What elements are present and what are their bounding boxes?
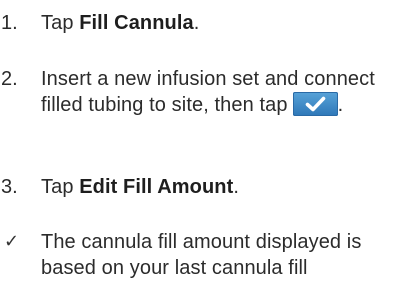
step-prefix: Tap: [41, 12, 80, 34]
step-text: Tap Edit Fill Amount.: [41, 174, 411, 200]
note-text: The cannula fill amount displayed is bas…: [41, 231, 362, 279]
step-number: 3.: [1, 176, 18, 198]
step-number: 2.: [1, 68, 18, 90]
step-suffix: .: [337, 94, 344, 116]
note: ✓ The cannula fill amount displayed is b…: [0, 229, 415, 281]
step-suffix: .: [233, 176, 240, 198]
step-suffix: .: [193, 12, 200, 34]
step-number: 1.: [1, 12, 18, 34]
checkmark-bullet-icon: ✓: [4, 231, 20, 252]
step-text: Tap Fill Cannula.: [41, 10, 411, 36]
step-1: 1. Tap Fill Cannula.: [0, 10, 415, 36]
confirm-button: [292, 92, 338, 116]
edit-fill-amount-label: Edit Fill Amount: [79, 176, 234, 198]
fill-cannula-label: Fill Cannula: [79, 12, 194, 34]
step-text: Insert a new infusion set and connect fi…: [41, 66, 411, 118]
checkmark-icon: [305, 96, 325, 112]
step-2: 2. Insert a new infusion set and connect…: [0, 66, 415, 118]
step-prefix: Tap: [41, 176, 80, 198]
step-3: 3. Tap Edit Fill Amount.: [0, 174, 415, 200]
